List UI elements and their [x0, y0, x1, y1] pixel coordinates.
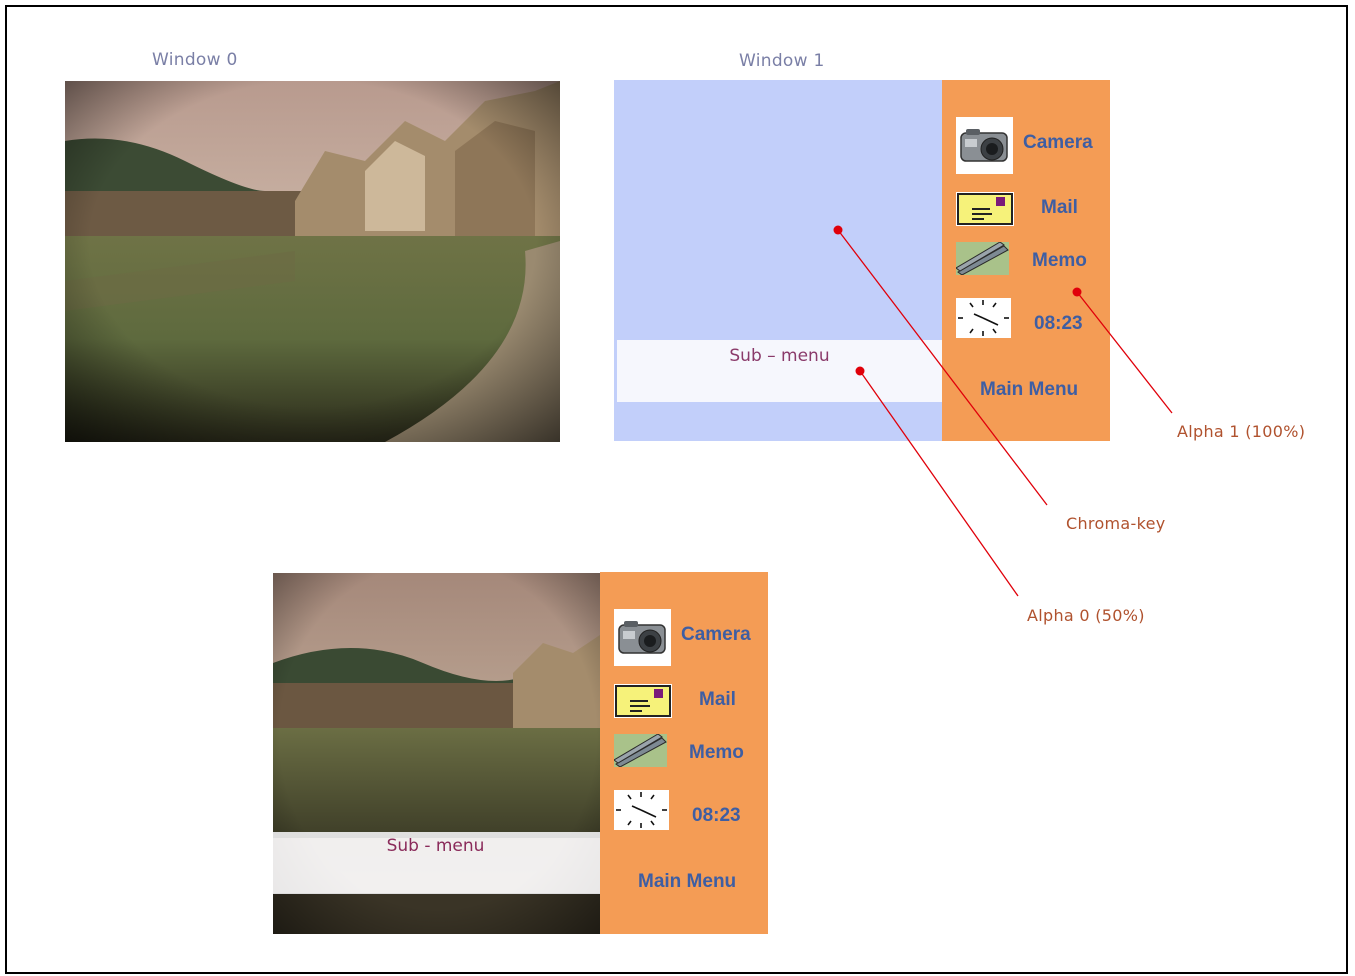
camera-icon[interactable]: [956, 117, 1013, 174]
time-label: 08:23: [692, 805, 741, 826]
main-menu-panel: Camera Mail Memo 08:23 Main Menu: [942, 80, 1110, 441]
composite-menu-panel: Camera Mail Memo 08:23 Main Menu: [600, 572, 768, 934]
composite-submenu-label: Sub - menu: [386, 836, 485, 856]
mail-label[interactable]: Mail: [1041, 197, 1078, 219]
camera-icon[interactable]: [614, 609, 671, 666]
alpha0-callout: Alpha 0 (50%): [1027, 606, 1145, 625]
alpha1-callout: Alpha 1 (100%): [1177, 422, 1306, 441]
memo-label[interactable]: Memo: [1032, 250, 1087, 272]
mail-label[interactable]: Mail: [699, 689, 736, 711]
main-menu-label[interactable]: Main Menu: [980, 379, 1078, 401]
memo-pen-icon[interactable]: [613, 733, 667, 768]
memo-pen-icon[interactable]: [955, 241, 1009, 276]
clock-icon: [956, 298, 1011, 338]
chroma-key-callout: Chroma-key: [1066, 514, 1166, 533]
window0-title: Window 0: [152, 50, 238, 70]
camera-label[interactable]: Camera: [681, 624, 751, 646]
window1-title: Window 1: [739, 51, 825, 71]
clock-icon: [614, 790, 669, 830]
main-menu-label[interactable]: Main Menu: [638, 871, 736, 893]
mail-icon[interactable]: [956, 192, 1014, 226]
submenu-bar[interactable]: Sub – menu: [617, 340, 942, 402]
window0-photo: [65, 81, 560, 442]
memo-label[interactable]: Memo: [689, 742, 744, 764]
camera-label[interactable]: Camera: [1023, 132, 1093, 154]
mail-icon[interactable]: [614, 684, 672, 718]
submenu-label: Sub – menu: [729, 346, 830, 366]
time-label: 08:23: [1034, 313, 1083, 334]
composite-submenu-bar[interactable]: Sub - menu: [273, 832, 603, 894]
